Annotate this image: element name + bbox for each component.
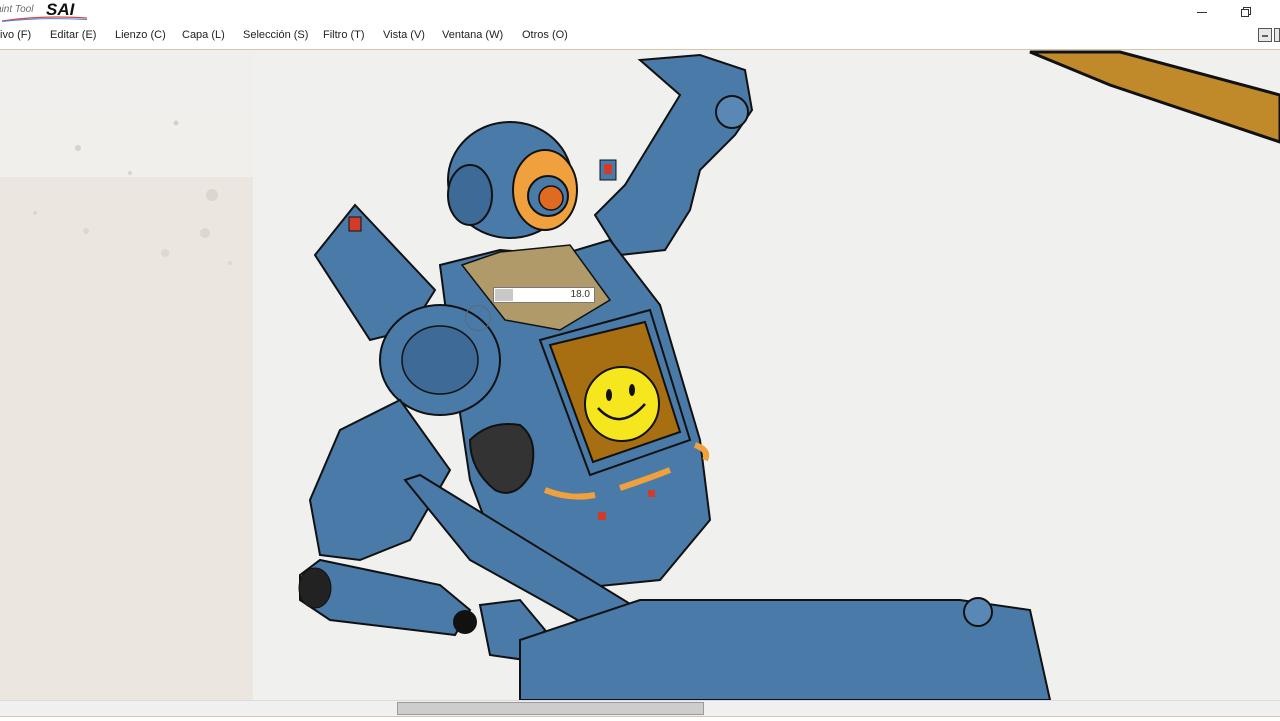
minimize-button[interactable] — [1180, 0, 1224, 24]
menu-otros[interactable]: Otros (O) — [522, 29, 568, 41]
menu-archivo[interactable]: ivo (F) — [0, 29, 31, 41]
menu-editar[interactable]: Editar (E) — [50, 29, 96, 41]
panel-minimize-button[interactable] — [1258, 28, 1272, 42]
logo-swoosh-icon — [2, 16, 87, 22]
brush-cursor-icon — [465, 305, 491, 331]
menu-bar: ivo (F) Editar (E) Lienzo (C) Capa (L) S… — [0, 24, 1280, 50]
menu-filtro[interactable]: Filtro (T) — [323, 29, 365, 41]
brush-size-fill — [495, 289, 513, 301]
scrollbar-thumb[interactable] — [397, 702, 704, 715]
menu-ventana[interactable]: Ventana (W) — [442, 29, 503, 41]
brush-size-slider[interactable]: 18.0 — [493, 287, 595, 303]
restore-button[interactable] — [1224, 0, 1268, 24]
horizontal-scrollbar[interactable] — [0, 700, 1280, 717]
status-strip — [0, 716, 1280, 721]
menu-vista[interactable]: Vista (V) — [383, 29, 425, 41]
panel-restore-button[interactable] — [1274, 28, 1280, 42]
menu-lienzo[interactable]: Lienzo (C) — [115, 29, 166, 41]
side-panel — [0, 113, 253, 700]
app-logo: aint Tool SAI — [0, 0, 110, 22]
panel-minimize-icon — [1262, 35, 1268, 37]
robot-illustration — [298, 50, 1280, 700]
brush-size-value: 18.0 — [570, 289, 590, 300]
title-bar: aint Tool SAI — [0, 0, 1280, 24]
restore-icon — [1241, 7, 1251, 17]
menu-capa[interactable]: Capa (L) — [182, 29, 225, 41]
drawing-canvas[interactable] — [253, 50, 1280, 700]
menu-seleccion[interactable]: Selección (S) — [243, 29, 308, 41]
workspace — [0, 50, 1280, 700]
paper-texture — [33, 120, 232, 265]
minimize-icon — [1197, 12, 1207, 13]
logo-prefix: aint Tool — [0, 4, 34, 15]
